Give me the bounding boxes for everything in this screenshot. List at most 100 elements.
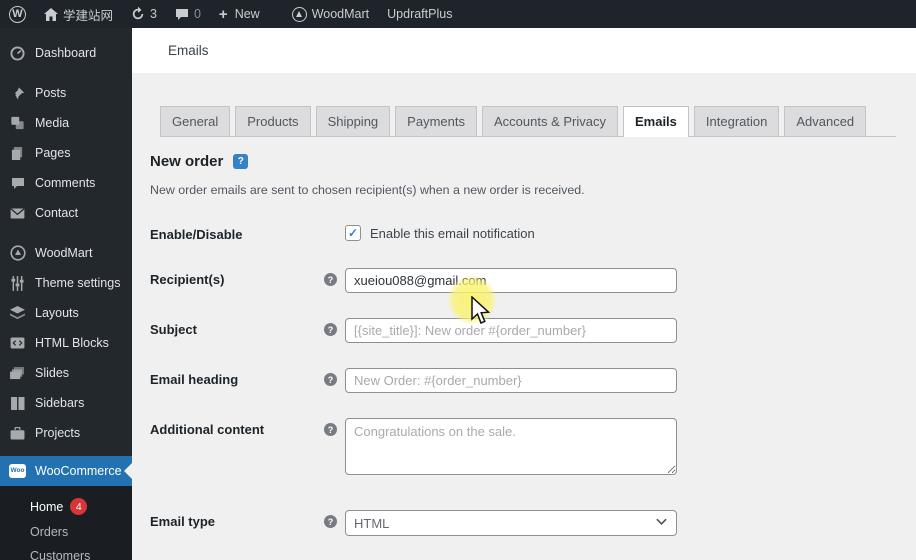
submenu-label: Orders — [30, 525, 68, 539]
plus-icon: + — [219, 6, 228, 23]
email-settings-form: Enable/Disable ✓ Enable this email notif… — [150, 223, 916, 536]
active-menu-arrow — [124, 463, 132, 479]
sidebar-item-comments[interactable]: Comments — [0, 168, 132, 198]
site-name-label: 学建站网 — [63, 5, 113, 24]
site-name-link[interactable]: 学建站网 — [35, 0, 122, 28]
sidebar-label: Posts — [35, 86, 66, 100]
enable-checkbox[interactable]: ✓ — [345, 225, 361, 241]
sidebar-label: WooCommerce — [35, 464, 122, 478]
recipients-input[interactable] — [345, 268, 677, 293]
comments-icon — [9, 175, 26, 191]
columns-icon — [9, 395, 26, 411]
main-content: Emails General Products Shipping Payment… — [132, 28, 916, 560]
notification-badge: 4 — [70, 498, 87, 515]
help-icon[interactable]: ? — [324, 515, 337, 528]
new-label: New — [235, 7, 260, 21]
help-icon[interactable]: ? — [324, 373, 337, 386]
sidebar-item-pages[interactable]: Pages — [0, 138, 132, 168]
subject-label: Subject — [150, 318, 324, 337]
tab-products[interactable]: Products — [235, 106, 310, 136]
recipients-row: Recipient(s) ? — [150, 268, 916, 293]
tab-advanced[interactable]: Advanced — [784, 106, 866, 136]
enable-checkbox-label: Enable this email notification — [370, 226, 535, 241]
sidebar-item-slides[interactable]: Slides — [0, 358, 132, 388]
tab-integration[interactable]: Integration — [694, 106, 779, 136]
page-header: Emails — [132, 28, 916, 73]
home-icon — [44, 8, 58, 21]
sidebar-item-sidebars[interactable]: Sidebars — [0, 388, 132, 418]
sidebar-item-contact[interactable]: Contact — [0, 198, 132, 228]
help-icon[interactable]: ? — [324, 323, 337, 336]
woocommerce-submenu: Home 4 Orders Customers Coupons — [0, 486, 132, 560]
email-type-label: Email type — [150, 510, 324, 529]
sidebar-label: HTML Blocks — [35, 336, 109, 350]
tab-payments[interactable]: Payments — [395, 106, 477, 136]
help-tip-icon[interactable]: ? — [233, 154, 248, 169]
email-type-select[interactable]: HTML — [345, 510, 677, 536]
section-title: New order ? — [150, 153, 916, 170]
tab-emails[interactable]: Emails — [623, 106, 689, 137]
comment-count: 0 — [194, 7, 201, 21]
dashboard-icon — [9, 45, 26, 61]
submenu-item-orders[interactable]: Orders — [0, 520, 132, 544]
help-icon[interactable]: ? — [324, 273, 337, 286]
sidebar-item-html-blocks[interactable]: HTML Blocks — [0, 328, 132, 358]
slides-icon — [9, 365, 26, 381]
woocommerce-icon: Woo — [9, 464, 26, 478]
email-heading-input[interactable] — [345, 368, 677, 393]
wp-logo-menu[interactable]: W — [0, 0, 35, 28]
submenu-item-home[interactable]: Home 4 — [0, 493, 132, 520]
sidebar-item-woocommerce[interactable]: Woo WooCommerce — [0, 456, 132, 486]
woodmart-toolbar-menu[interactable]: WoodMart — [283, 0, 378, 28]
enable-row: Enable/Disable ✓ Enable this email notif… — [150, 223, 916, 242]
sidebar-label: Dashboard — [35, 46, 96, 60]
woodmart-icon — [292, 7, 307, 22]
code-block-icon — [9, 335, 26, 351]
help-icon[interactable]: ? — [324, 423, 337, 436]
briefcase-icon — [9, 425, 26, 441]
section-title-text: New order — [150, 153, 223, 170]
layers-icon — [9, 305, 26, 321]
updraftplus-toolbar-menu[interactable]: UpdraftPlus — [378, 0, 461, 28]
sidebar-item-layouts[interactable]: Layouts — [0, 298, 132, 328]
sidebar-label: Layouts — [35, 306, 79, 320]
additional-content-textarea[interactable] — [345, 418, 677, 475]
page-title: Emails — [168, 43, 209, 58]
woodmart-toolbar-label: WoodMart — [312, 7, 369, 21]
additional-content-row: Additional content ? — [150, 418, 916, 480]
sidebar-item-woodmart[interactable]: WoodMart — [0, 238, 132, 268]
tab-accounts-privacy[interactable]: Accounts & Privacy — [482, 106, 618, 136]
submenu-item-customers[interactable]: Customers — [0, 544, 132, 560]
comment-icon — [175, 8, 189, 21]
additional-content-label: Additional content — [150, 418, 324, 437]
sidebar-label: Comments — [35, 176, 95, 190]
pin-icon — [9, 85, 26, 101]
sidebar-label: Projects — [35, 426, 80, 440]
comments-link[interactable]: 0 — [166, 0, 210, 28]
sidebar-label: WoodMart — [35, 246, 92, 260]
admin-bar: W 学建站网 3 0 + New WoodMart UpdraftPlus — [0, 0, 916, 28]
updates-link[interactable]: 3 — [122, 0, 166, 28]
sidebar-label: Media — [35, 116, 69, 130]
recipients-label: Recipient(s) — [150, 268, 324, 287]
sidebar-label: Pages — [35, 146, 70, 160]
sidebar-item-dashboard[interactable]: Dashboard — [0, 38, 132, 68]
email-heading-label: Email heading — [150, 368, 324, 387]
new-content-menu[interactable]: + New — [210, 0, 269, 28]
sidebar-item-posts[interactable]: Posts — [0, 78, 132, 108]
tab-shipping[interactable]: Shipping — [316, 106, 391, 136]
tab-general[interactable]: General — [160, 106, 230, 136]
updates-icon — [131, 7, 145, 21]
sliders-icon — [9, 275, 26, 291]
sidebar-label: Theme settings — [35, 276, 120, 290]
update-count: 3 — [150, 7, 157, 21]
email-heading-row: Email heading ? — [150, 368, 916, 393]
subject-input[interactable] — [345, 318, 677, 343]
submenu-label: Home — [30, 500, 63, 514]
sidebar-item-theme-settings[interactable]: Theme settings — [0, 268, 132, 298]
sidebar-item-media[interactable]: Media — [0, 108, 132, 138]
enable-label: Enable/Disable — [150, 223, 324, 242]
settings-tabs: General Products Shipping Payments Accou… — [160, 106, 896, 137]
media-icon — [9, 115, 26, 131]
sidebar-item-projects[interactable]: Projects — [0, 418, 132, 448]
